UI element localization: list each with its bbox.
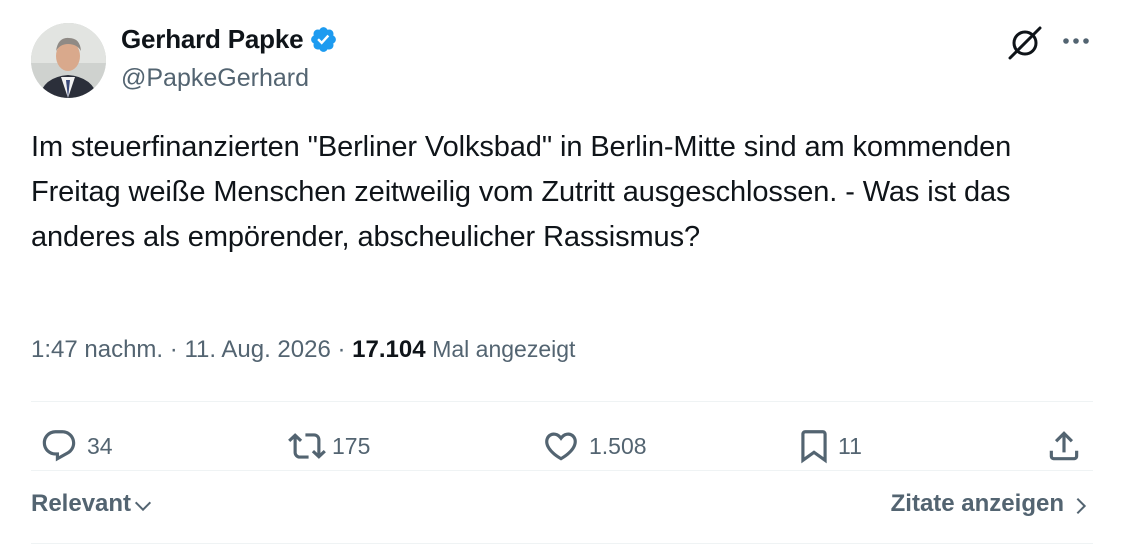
divider bbox=[31, 543, 1093, 544]
chevron-right-icon bbox=[1076, 497, 1087, 514]
repost-icon bbox=[288, 433, 326, 459]
sort-label: Relevant bbox=[31, 490, 132, 517]
views-count[interactable]: 17.104 bbox=[352, 336, 425, 363]
like-icon bbox=[545, 432, 577, 461]
meta-separator: · bbox=[337, 336, 346, 363]
views-label: Mal angezeigt bbox=[432, 336, 576, 362]
reply-icon bbox=[42, 430, 76, 462]
author-name-row: Gerhard Papke bbox=[121, 24, 338, 55]
bookmark-count: 11 bbox=[838, 432, 862, 459]
more-icon[interactable] bbox=[1058, 26, 1094, 56]
grok-icon[interactable] bbox=[1006, 24, 1044, 62]
tweet-text: Im steuerfinanzierten "Berliner Volksbad… bbox=[31, 131, 1012, 253]
divider bbox=[31, 401, 1093, 402]
chevron-down-icon bbox=[135, 501, 152, 512]
bookmark-icon bbox=[801, 430, 827, 464]
meta-separator: · bbox=[169, 336, 178, 363]
repost-button[interactable]: 175 bbox=[288, 424, 370, 468]
like-button[interactable]: 1.508 bbox=[542, 424, 647, 468]
avatar[interactable] bbox=[31, 23, 106, 98]
share-button[interactable] bbox=[1045, 424, 1083, 468]
divider bbox=[31, 470, 1093, 471]
author-display-name[interactable]: Gerhard Papke bbox=[121, 24, 304, 55]
sort-relevant-button[interactable]: Relevant bbox=[31, 490, 154, 518]
like-count: 1.508 bbox=[589, 432, 647, 459]
verified-badge-icon[interactable] bbox=[309, 25, 338, 54]
quotes-label: Zitate anzeigen bbox=[890, 490, 1064, 517]
reply-count: 34 bbox=[87, 432, 113, 459]
bookmark-button[interactable]: 11 bbox=[795, 424, 862, 468]
repost-count: 175 bbox=[332, 432, 371, 459]
tweet-time[interactable]: 1:47 nachm. bbox=[31, 336, 163, 363]
view-quotes-link[interactable]: Zitate anzeigen bbox=[891, 490, 1092, 518]
avatar-image bbox=[31, 23, 106, 98]
share-icon bbox=[1049, 431, 1079, 461]
tweet-date[interactable]: 11. Aug. 2026 bbox=[184, 336, 330, 363]
tweet-meta: 1:47 nachm. · 11. Aug. 2026 · 17.104 Mal… bbox=[31, 336, 575, 364]
author-handle[interactable]: @PapkeGerhard bbox=[121, 64, 309, 93]
reply-button[interactable]: 34 bbox=[40, 424, 113, 468]
